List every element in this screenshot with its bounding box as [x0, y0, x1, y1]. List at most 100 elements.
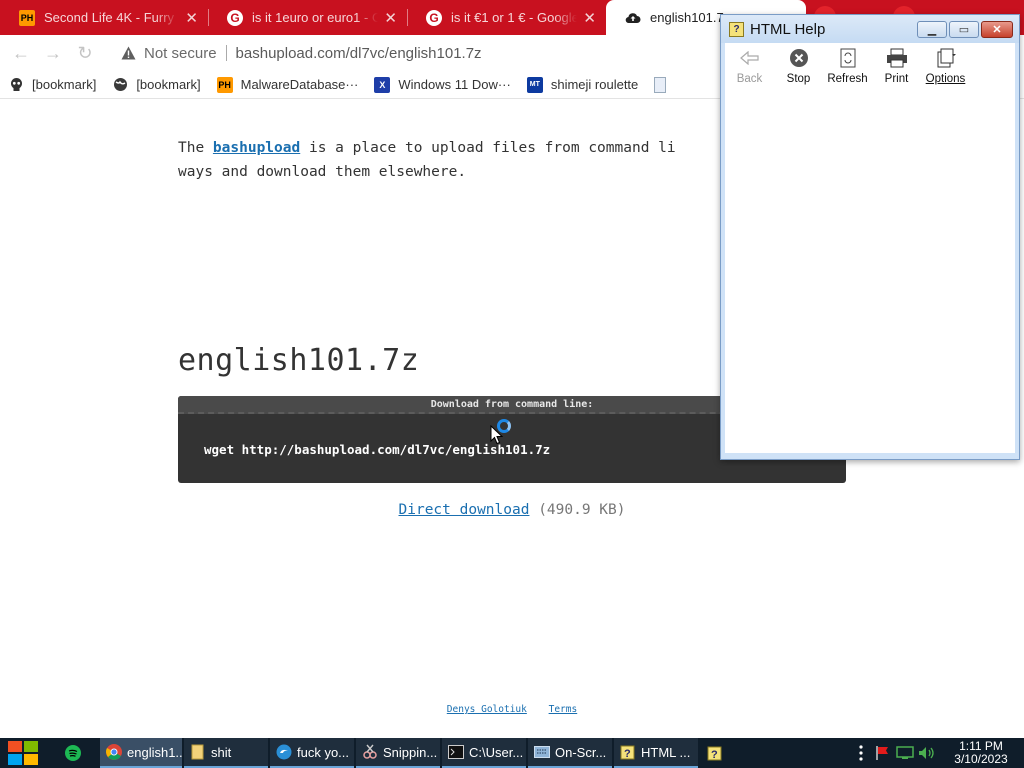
tab-title: is it €1 or 1 € - Google [451, 10, 578, 25]
url-text[interactable]: bashupload.com/dl7vc/english101.7z [236, 45, 482, 62]
taskbar-item-snipping-tool[interactable]: Snippin... [356, 738, 440, 768]
bookmark-item[interactable] [654, 76, 667, 93]
taskbar-item-html-help[interactable]: ? HTML ... [614, 738, 698, 768]
keyboard-icon [534, 744, 550, 760]
help-options-button[interactable]: Options [921, 45, 970, 103]
help-titlebar[interactable]: ? HTML Help ▁ ▭ ✕ [721, 15, 1019, 43]
taskbar-item-label: Snippin... [383, 744, 438, 760]
minimize-button[interactable]: ▁ [917, 21, 947, 38]
back-arrow-icon [739, 47, 761, 69]
google-icon: G [227, 9, 243, 26]
author-link[interactable]: Denys Golotiuk [447, 704, 527, 715]
system-clock[interactable]: 1:11 PM 3/10/2023 [938, 740, 1024, 766]
page-icon [654, 76, 667, 93]
maximize-button[interactable]: ▭ [949, 21, 979, 38]
bookmark-malware-database[interactable]: PH MalwareDatabase··· [216, 76, 359, 93]
edge-icon [276, 744, 292, 760]
bookmark-label: MalwareDatabase··· [240, 77, 359, 92]
tab-euro-search-2[interactable]: G is it €1 or 1 € - Google ✕ [407, 0, 606, 35]
close-icon[interactable]: ✕ [384, 9, 397, 27]
bookmark-item[interactable]: [bookmark] [8, 77, 96, 93]
globe-icon [112, 77, 128, 93]
intro-prefix: The [178, 140, 213, 156]
help-toolbar: Back Stop Refresh Print Options [725, 43, 1015, 103]
taskbar-item-label: fuck yo... [297, 744, 350, 760]
start-button[interactable] [0, 738, 46, 768]
taskbar-item-chrome[interactable]: english1... [100, 738, 182, 768]
google-icon: G [426, 9, 442, 26]
help-stop-label: Stop [786, 73, 811, 85]
x-icon: X [374, 76, 391, 93]
pinned-app-button[interactable] [46, 738, 100, 768]
bookmark-item[interactable]: [bookmark] [112, 77, 201, 93]
help-back-label: Back [736, 73, 763, 85]
refresh-icon [837, 47, 859, 69]
direct-download-row: Direct download (490.9 KB) [0, 502, 1024, 518]
taskbar-item-on-screen-keyboard[interactable]: On-Scr... [528, 738, 612, 768]
loading-spinner-icon [497, 419, 511, 433]
help-refresh-label: Refresh [827, 73, 868, 85]
bookmark-label: Windows 11 Dow··· [398, 77, 511, 92]
warning-icon[interactable] [120, 45, 136, 61]
skull-icon [8, 77, 24, 93]
bookmark-label: shimeji roulette [550, 77, 639, 92]
forward-arrow-icon[interactable]: → [42, 42, 64, 64]
help-icon: ? [620, 744, 636, 760]
volume-icon[interactable] [916, 746, 938, 760]
reload-icon[interactable]: ↻ [74, 42, 96, 64]
windows-logo-icon [8, 741, 38, 765]
system-tray: 1:11 PM 3/10/2023 [850, 738, 1024, 768]
tab-euro-search-1[interactable]: G is it 1euro or euro1 - Go ✕ [208, 0, 407, 35]
mt-icon: MT [526, 76, 543, 93]
tab-second-life[interactable]: PH Second Life 4K - Furry ✕ [0, 0, 208, 35]
snipping-tool-icon [362, 744, 378, 760]
back-arrow-icon[interactable]: ← [10, 42, 32, 64]
chrome-icon [106, 744, 122, 760]
taskbar-item-label: HTML ... [641, 744, 691, 760]
taskbar-item-label: shit [211, 744, 232, 760]
svg-text:?: ? [711, 749, 718, 761]
bookmark-shimeji-roulette[interactable]: MT shimeji roulette [526, 76, 639, 93]
intro-text: The bashupload is a place to upload file… [178, 136, 738, 184]
window-controls: ▁ ▭ ✕ [915, 21, 1013, 38]
file-size: (490.9 KB) [538, 502, 626, 518]
ph-icon: PH [19, 9, 35, 26]
overflow-menu-icon[interactable] [850, 745, 872, 761]
taskbar-item-command-prompt[interactable]: C:\User... [442, 738, 526, 768]
close-icon[interactable]: ✕ [583, 9, 596, 27]
html-help-window: ? HTML Help ▁ ▭ ✕ Back Stop Refresh Prin… [720, 14, 1020, 460]
tab-title: is it 1euro or euro1 - Go [252, 10, 379, 25]
security-label[interactable]: Not secure [144, 45, 217, 62]
help-icon: ? [729, 21, 744, 37]
options-icon [935, 47, 957, 69]
close-icon[interactable]: ✕ [185, 9, 198, 27]
taskbar: english1... shit fuck yo... Snippin... C… [0, 738, 1024, 768]
terminal-icon [448, 744, 464, 760]
help-content-pane[interactable] [725, 103, 1015, 453]
address-bar[interactable]: Not secure bashupload.com/dl7vc/english1… [112, 38, 722, 68]
clock-date: 3/10/2023 [954, 752, 1008, 766]
taskbar-item-label: On-Scr... [555, 744, 607, 760]
stop-icon [788, 47, 810, 69]
network-icon[interactable] [894, 746, 916, 760]
taskbar-item-label: C:\User... [469, 744, 524, 760]
close-button[interactable]: ✕ [981, 21, 1013, 38]
bookmark-windows-11[interactable]: X Windows 11 Dow··· [374, 76, 511, 93]
help-window-title: HTML Help [750, 20, 826, 38]
bookmark-label: [bookmark] [136, 77, 201, 92]
intro-line2: ways and download them elsewhere. [178, 164, 467, 180]
bashupload-link[interactable]: bashupload [213, 140, 300, 156]
flag-icon[interactable] [872, 745, 894, 761]
help-print-label: Print [884, 73, 909, 85]
taskbar-item-edge[interactable]: fuck yo... [270, 738, 354, 768]
intro-line1: is a place to upload files from command … [300, 140, 676, 156]
direct-download-link[interactable]: Direct download [399, 502, 530, 518]
help-stop-button[interactable]: Stop [774, 45, 823, 103]
help-print-button[interactable]: Print [872, 45, 921, 103]
help-refresh-button[interactable]: Refresh [823, 45, 872, 103]
divider [225, 45, 227, 61]
taskbar-item-folder[interactable]: shit [184, 738, 268, 768]
taskbar-item-html-help-2[interactable]: ? [700, 738, 730, 768]
terms-link[interactable]: Terms [549, 704, 578, 715]
help-back-button[interactable]: Back [725, 45, 774, 103]
